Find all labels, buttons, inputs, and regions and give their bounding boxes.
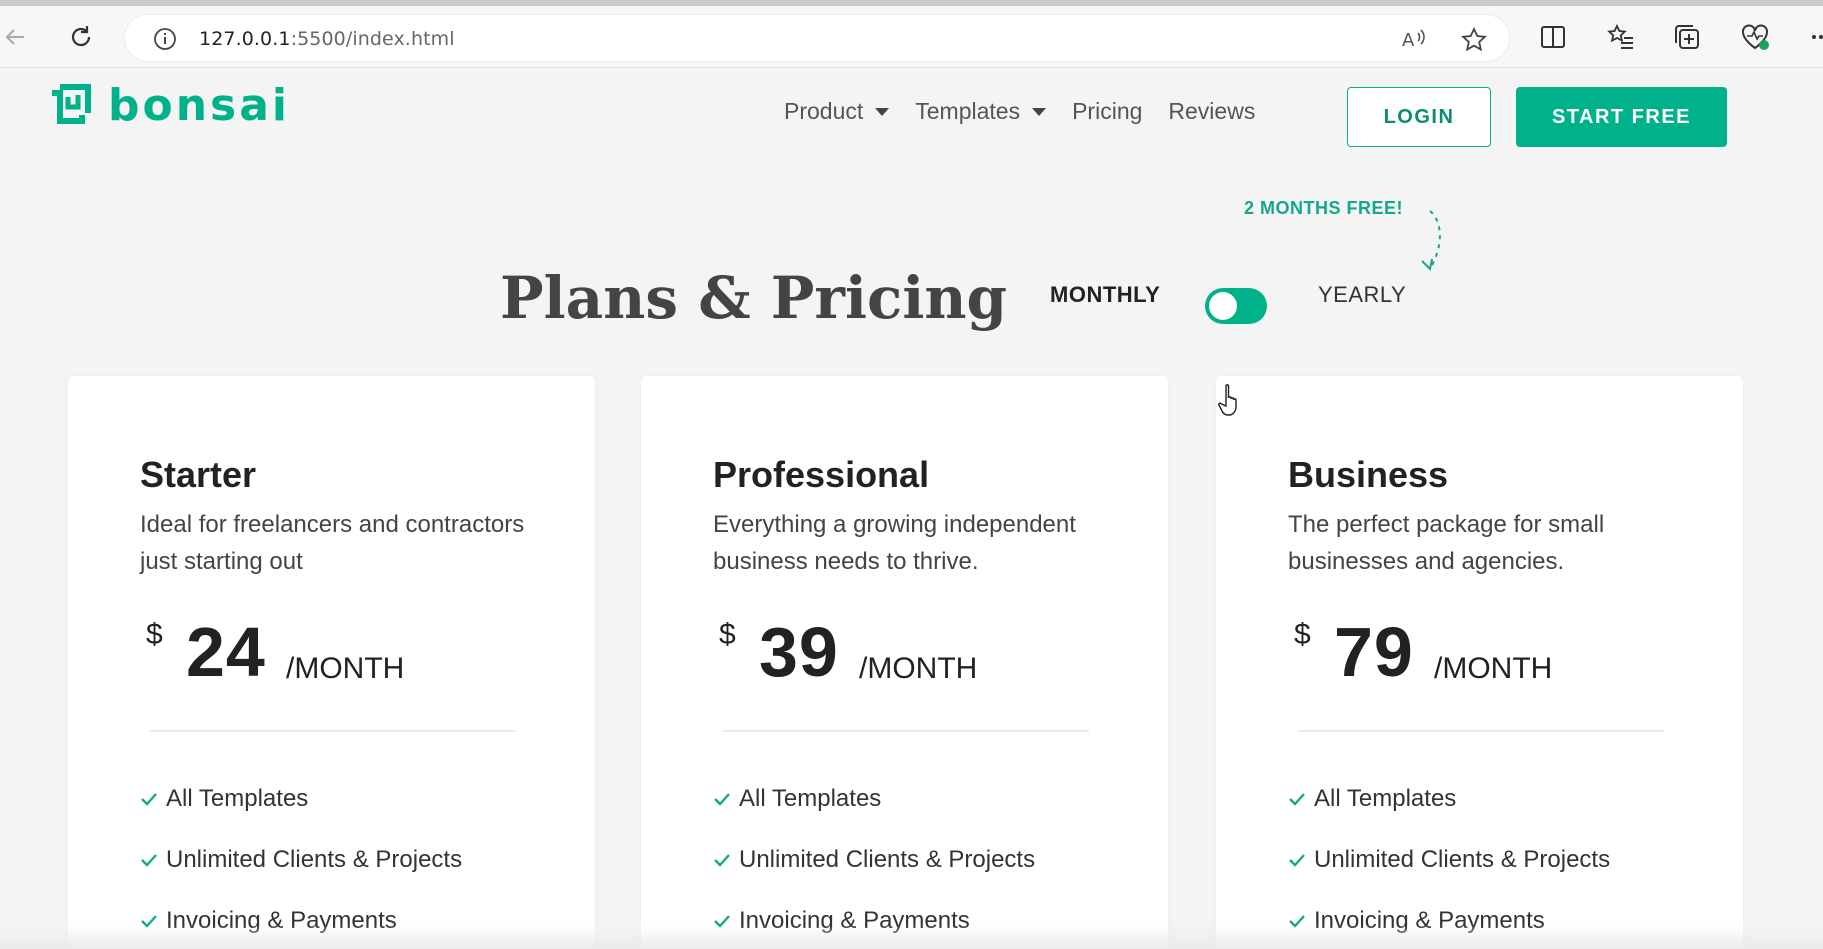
plan-name: Professional — [713, 454, 930, 495]
billing-monthly-label[interactable]: MONTHLY — [1050, 282, 1160, 308]
favorite-star-icon[interactable] — [1460, 26, 1488, 58]
window-top-edge — [0, 0, 1823, 6]
favorites-icon[interactable] — [1606, 22, 1636, 52]
browser-toolbar: 127.0.0.1:5500/index.html A — [0, 0, 1823, 68]
nav-item-label: Templates — [915, 98, 1021, 124]
feature-label: Unlimited Clients & Projects — [1314, 845, 1611, 873]
price-period: /MONTH — [1434, 652, 1553, 685]
checkmark-icon — [1289, 853, 1305, 867]
price-period: /MONTH — [286, 652, 405, 685]
price-amount: 39 — [759, 613, 839, 691]
checkmark-icon — [714, 853, 730, 867]
address-bar[interactable]: 127.0.0.1:5500/index.html A — [124, 14, 1510, 62]
feature-item: All Templates — [713, 768, 1035, 829]
divider — [723, 730, 1089, 732]
feature-label: All Templates — [1314, 784, 1457, 812]
billing-toggle[interactable] — [1205, 288, 1267, 324]
price-amount: 79 — [1334, 613, 1414, 691]
feature-label: Unlimited Clients & Projects — [166, 845, 463, 873]
feature-item: All Templates — [140, 768, 462, 829]
plan-card-professional: Professional Everything a growing indepe… — [641, 376, 1168, 949]
checkmark-icon — [1289, 792, 1305, 806]
plan-description: The perfect package for small businesses… — [1288, 511, 1605, 575]
bonsai-logo-icon — [52, 83, 91, 124]
plan-card-business: Business The perfect package for small b… — [1216, 376, 1743, 949]
divider — [150, 730, 516, 732]
feature-label: All Templates — [739, 784, 882, 812]
price-currency: $ — [719, 618, 736, 651]
bottom-fade — [0, 925, 1823, 949]
split-screen-icon[interactable] — [1538, 22, 1568, 52]
back-icon[interactable] — [0, 22, 30, 52]
nav-item-label: Reviews — [1168, 98, 1256, 124]
nav-item-templates[interactable]: Templates — [915, 98, 1047, 125]
nav-item-product[interactable]: Product — [784, 98, 890, 125]
price-currency: $ — [1294, 618, 1311, 651]
checkmark-icon — [714, 792, 730, 806]
feature-label: Unlimited Clients & Projects — [739, 845, 1036, 873]
feature-label: All Templates — [166, 784, 309, 812]
hand-pointer-icon — [1218, 384, 1237, 416]
plan-name: Starter — [140, 454, 257, 495]
browser-essentials-icon[interactable] — [1740, 22, 1770, 52]
price-currency: $ — [146, 618, 163, 651]
price-amount: 24 — [186, 613, 266, 691]
checkmark-icon — [141, 792, 157, 806]
plan-description: Ideal for freelancers and contractors ju… — [140, 511, 525, 575]
price-period: /MONTH — [859, 652, 978, 685]
feature-list: All Templates Unlimited Clients & Projec… — [713, 768, 1035, 949]
feature-list: All Templates Unlimited Clients & Projec… — [1288, 768, 1610, 949]
curved-arrow-icon — [1421, 210, 1441, 272]
login-button[interactable]: LOGIN — [1347, 87, 1491, 147]
plan-description: Everything a growing independent busines… — [713, 511, 1076, 575]
feature-item: Unlimited Clients & Projects — [140, 829, 462, 890]
site-info-icon[interactable] — [153, 27, 177, 56]
caret-down-icon — [875, 107, 890, 116]
main-nav: Product Templates Pricing Reviews — [784, 98, 1281, 125]
billing-toggle-knob — [1209, 292, 1237, 320]
caret-down-icon — [1032, 107, 1047, 116]
url-path: :5500/index.html — [290, 28, 455, 50]
divider — [1298, 730, 1664, 732]
refresh-icon[interactable] — [66, 22, 96, 52]
brand-name: bonsai — [108, 80, 291, 131]
feature-list: All Templates Unlimited Clients & Projec… — [140, 768, 462, 949]
promo-label: 2 MONTHS FREE! — [1244, 198, 1404, 218]
read-aloud-icon[interactable]: A — [1401, 27, 1427, 56]
feature-item: All Templates — [1288, 768, 1610, 829]
collections-icon[interactable] — [1672, 22, 1702, 52]
nav-item-reviews[interactable]: Reviews — [1168, 98, 1255, 125]
page-title: Plans & Pricing — [500, 264, 1008, 332]
svg-text:A: A — [1402, 30, 1415, 51]
feature-item: Unlimited Clients & Projects — [713, 829, 1035, 890]
plan-name: Business — [1288, 454, 1449, 495]
billing-yearly-label[interactable]: YEARLY — [1318, 282, 1406, 308]
url-text[interactable]: 127.0.0.1:5500/index.html — [199, 28, 455, 50]
nav-item-label: Product — [784, 98, 864, 124]
nav-item-label: Pricing — [1072, 98, 1143, 124]
plan-card-starter: Starter Ideal for freelancers and contra… — [68, 376, 595, 949]
url-host: 127.0.0.1 — [199, 28, 291, 50]
start-free-button[interactable]: START FREE — [1516, 87, 1727, 147]
bonsai-logo[interactable]: bonsai — [48, 80, 290, 131]
more-menu-icon[interactable] — [1804, 22, 1823, 52]
checkmark-icon — [141, 853, 157, 867]
feature-item: Unlimited Clients & Projects — [1288, 829, 1610, 890]
nav-item-pricing[interactable]: Pricing — [1072, 98, 1142, 125]
